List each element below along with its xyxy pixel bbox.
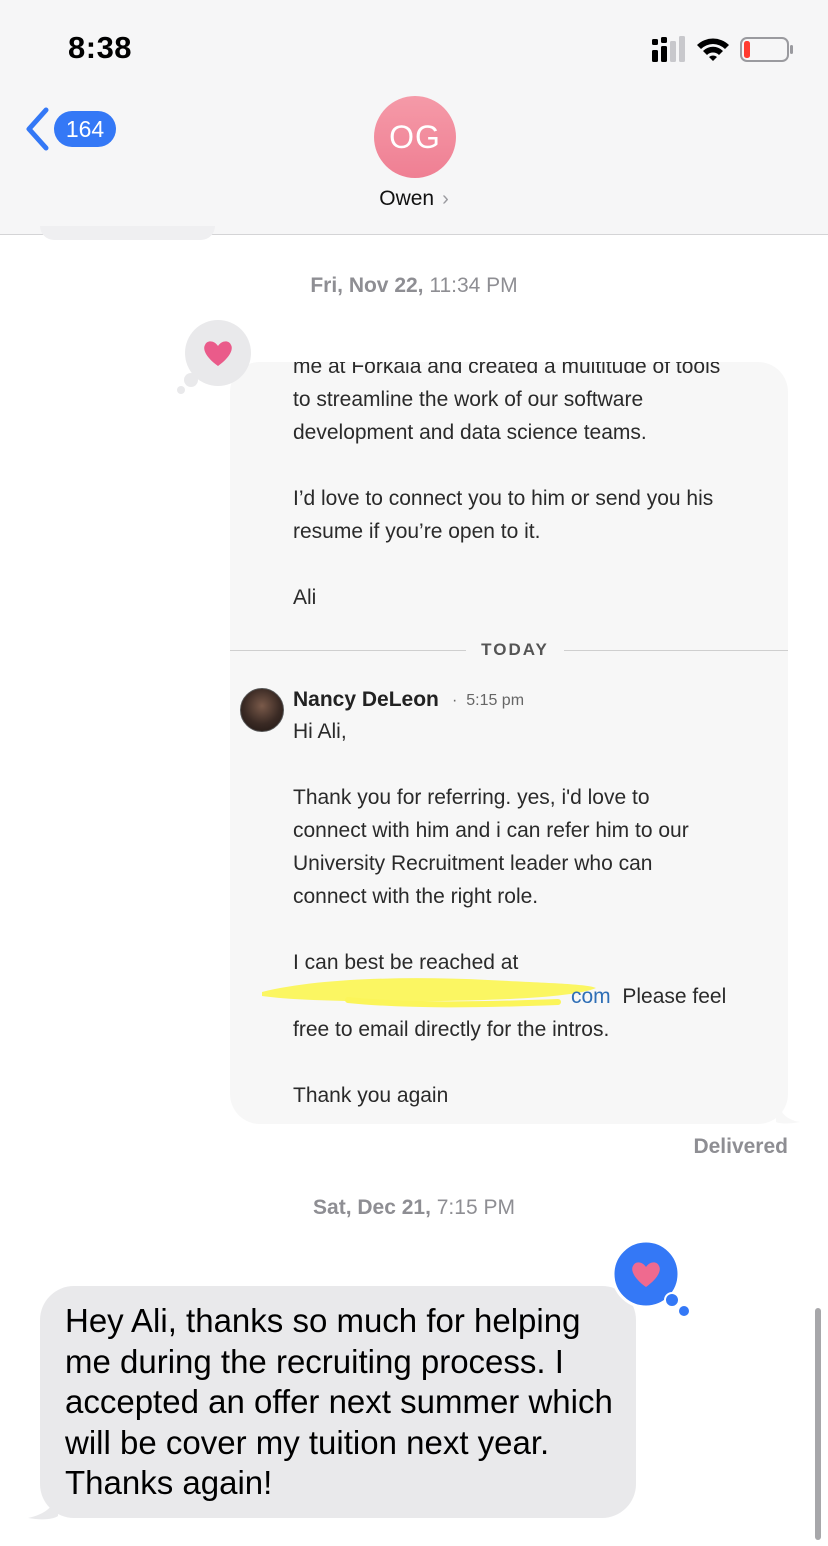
heart-tapback-icon[interactable] <box>174 318 254 398</box>
sender-avatar <box>240 688 284 732</box>
contact-avatar[interactable]: OG <box>374 96 456 178</box>
image-message-bubble[interactable]: me at Forkala and created a multitude of… <box>230 362 788 1124</box>
screenshot-email-line: com Please feel <box>293 980 773 1013</box>
previous-message-bubble-edge <box>40 226 215 240</box>
incoming-message-bubble[interactable]: Hey Ali, thanks so much for helping me d… <box>40 1286 636 1518</box>
incoming-message-text: Hey Ali, thanks so much for helping me d… <box>65 1302 613 1501</box>
screenshot-reply-text-end: free to email directly for the intros. T… <box>293 1018 610 1107</box>
status-time: 8:38 <box>68 30 133 65</box>
timestamp-time: 11:34 PM <box>423 274 518 297</box>
wifi-icon <box>697 38 729 61</box>
contact-name-button[interactable]: Owen › <box>0 187 828 211</box>
thread-timestamp: Sat, Dec 21, 7:15 PM <box>0 1196 828 1220</box>
contact-name: Owen <box>379 187 435 210</box>
unread-count-badge: 164 <box>54 111 116 147</box>
screenshot-text-top: me at Forkala and created a multitude of… <box>293 362 721 609</box>
sender-name: Nancy DeLeon <box>293 688 439 711</box>
screenshot-reply-text: Hi Ali, Thank you for referring. yes, i'… <box>293 720 689 974</box>
heart-tapback-icon[interactable] <box>610 1240 692 1320</box>
timestamp-time: 7:15 PM <box>430 1196 515 1219</box>
conversation-header: 8:38 164 OG Owen › <box>0 0 828 235</box>
timestamp-day: Sat, Dec 21, <box>313 1196 431 1219</box>
scrollbar[interactable] <box>815 1308 821 1540</box>
delivered-status: Delivered <box>693 1135 788 1158</box>
thread-timestamp: Fri, Nov 22, 11:34 PM <box>0 274 828 298</box>
email-line-text: Please feel <box>622 985 727 1008</box>
email-link: com <box>571 985 611 1008</box>
sender-time: · 5:15 pm <box>452 692 525 709</box>
cellular-signal-icon <box>652 36 685 62</box>
battery-low-icon <box>740 37 793 62</box>
bubble-tail <box>776 1100 800 1124</box>
timestamp-day: Fri, Nov 22, <box>310 274 424 297</box>
back-button[interactable]: 164 <box>22 106 122 152</box>
sender-time-value: 5:15 pm <box>466 692 525 709</box>
chevron-right-icon: › <box>442 188 449 210</box>
divider-label: TODAY <box>481 640 549 659</box>
chevron-left-icon <box>26 107 49 151</box>
